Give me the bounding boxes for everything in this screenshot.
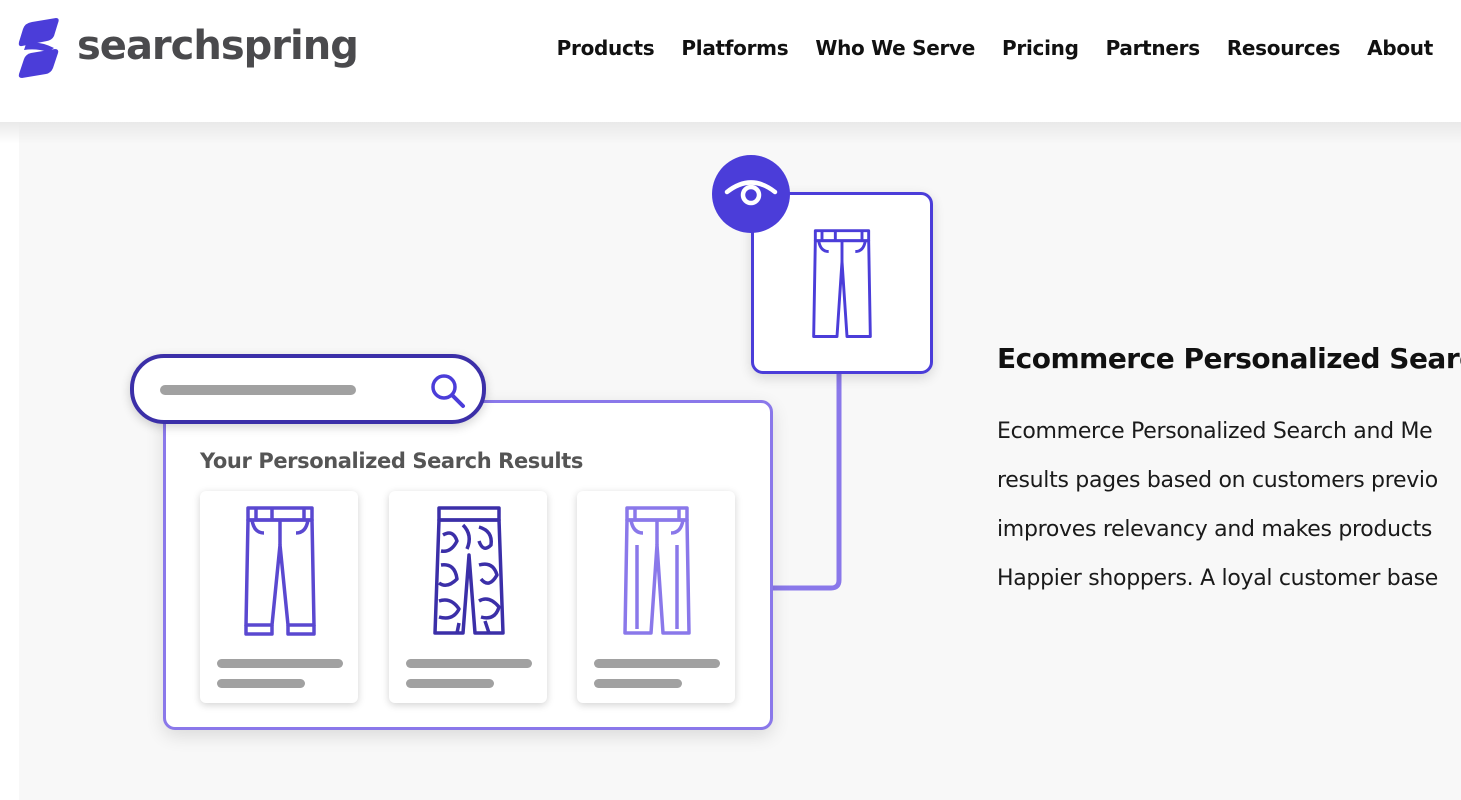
paragraph-line: results pages based on customers previo <box>997 468 1438 493</box>
pants-icon <box>623 506 691 635</box>
pants-icon <box>812 229 872 338</box>
main-nav: Products Platforms Who We Serve Pricing … <box>530 34 1434 62</box>
search-query-placeholder <box>160 385 356 395</box>
eye-badge <box>712 155 790 233</box>
nav-item-who-we-serve[interactable]: Who We Serve <box>815 34 975 62</box>
section-heading: Ecommerce Personalized Search a <box>997 342 1461 375</box>
product-tile <box>389 491 547 703</box>
section-copy: Ecommerce Personalized Search a Ecommerc… <box>997 340 1461 603</box>
eye-icon <box>724 180 778 206</box>
searchspring-logo-icon <box>18 18 59 78</box>
search-bar <box>130 354 486 424</box>
product-price-placeholder <box>406 679 494 688</box>
nav-item-platforms[interactable]: Platforms <box>681 34 788 62</box>
nav-item-pricing[interactable]: Pricing <box>1002 34 1079 62</box>
results-title: Your Personalized Search Results <box>200 449 583 473</box>
section-paragraph: Ecommerce Personalized Search and Me res… <box>997 407 1461 603</box>
paragraph-line: Happier shoppers. A loyal customer base <box>997 566 1439 591</box>
product-title-placeholder <box>406 659 532 668</box>
patterned-pants-icon <box>433 506 505 635</box>
site-header: searchspring Products Platforms Who We S… <box>0 0 1461 122</box>
product-title-placeholder <box>217 659 343 668</box>
product-title-placeholder <box>594 659 720 668</box>
logo-wordmark: searchspring <box>77 23 359 69</box>
search-results-card: Your Personalized Search Results <box>163 400 773 730</box>
nav-item-resources[interactable]: Resources <box>1227 34 1341 62</box>
pants-icon <box>244 506 316 636</box>
product-tile <box>200 491 358 703</box>
paragraph-line: improves relevancy and makes products <box>997 517 1433 542</box>
nav-item-partners[interactable]: Partners <box>1106 34 1201 62</box>
header-shadow <box>0 122 1461 144</box>
personalized-search-section: Your Personalized Search Results Ecommer… <box>0 122 1461 800</box>
product-price-placeholder <box>217 679 305 688</box>
nav-item-about[interactable]: About <box>1367 34 1433 62</box>
connector-line <box>760 370 842 591</box>
nav-item-products[interactable]: Products <box>557 34 655 62</box>
product-tile <box>577 491 735 703</box>
logo-link[interactable]: searchspring <box>18 18 359 78</box>
page: searchspring Products Platforms Who We S… <box>0 0 1461 800</box>
paragraph-line: Ecommerce Personalized Search and Me <box>997 419 1433 444</box>
search-icon <box>431 374 465 408</box>
product-price-placeholder <box>594 679 682 688</box>
